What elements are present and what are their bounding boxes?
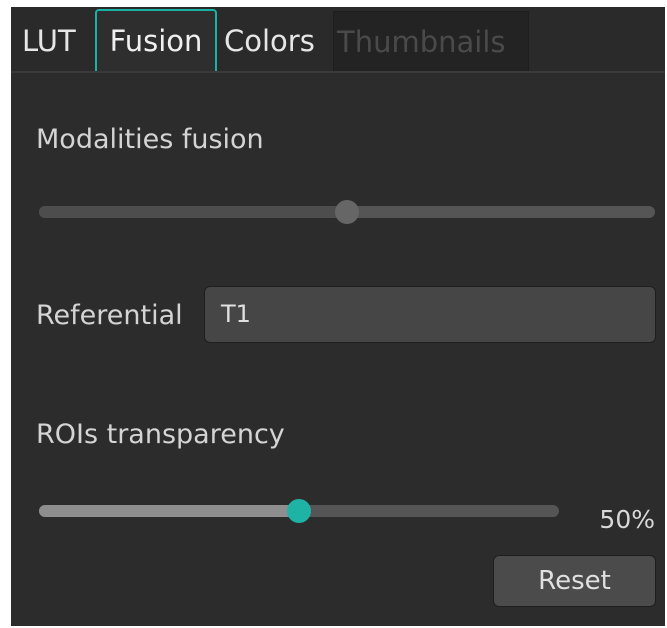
referential-label: Referential (36, 300, 183, 331)
modalities-fusion-label: Modalities fusion (36, 124, 264, 155)
referential-combobox[interactable]: T1 (204, 286, 656, 343)
tab-fusion[interactable]: Fusion (95, 9, 217, 72)
tab-bar-divider (11, 71, 665, 73)
rois-transparency-value: 50% (599, 505, 655, 534)
modalities-fusion-slider-fill (39, 206, 347, 218)
reset-button[interactable]: Reset (493, 555, 656, 607)
modalities-fusion-slider[interactable] (39, 200, 655, 224)
rois-transparency-slider[interactable] (39, 499, 559, 523)
tab-colors[interactable]: Colors (221, 11, 333, 71)
rois-transparency-slider-fill (39, 505, 299, 517)
rois-transparency-label: ROIs transparency (36, 419, 285, 450)
tab-bar: LUT Fusion Colors Thumbnails (11, 7, 665, 72)
tab-thumbnails: Thumbnails (333, 11, 529, 71)
tab-lut[interactable]: LUT (19, 11, 97, 71)
rois-transparency-slider-handle[interactable] (287, 499, 311, 523)
fusion-panel: LUT Fusion Colors Thumbnails Modalities … (11, 7, 665, 626)
modalities-fusion-slider-handle[interactable] (335, 200, 359, 224)
